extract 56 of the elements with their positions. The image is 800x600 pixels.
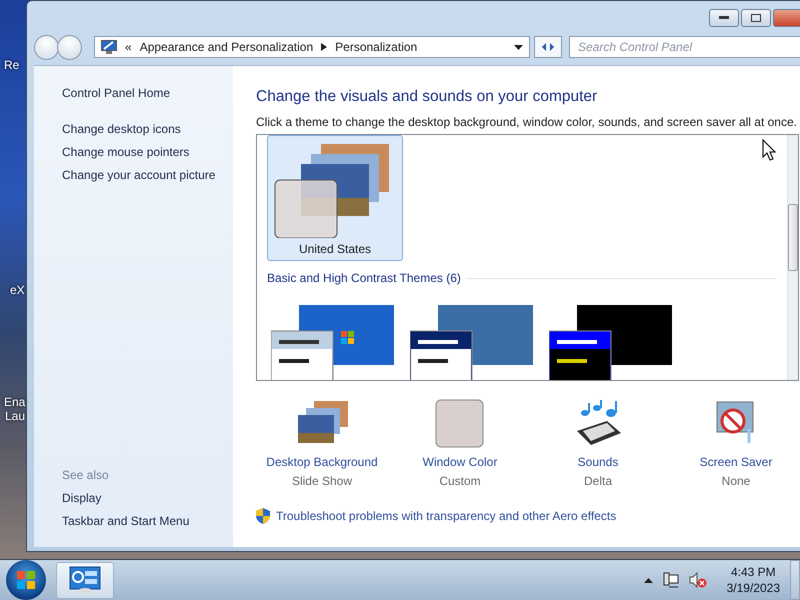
theme-thumbnail[interactable] [271,305,396,380]
sidebar-link[interactable]: Control Panel Home [62,82,233,105]
forward-button[interactable] [57,34,82,60]
breadcrumb[interactable]: Personalization [335,40,418,54]
setting-link[interactable]: Window Color [422,455,498,469]
group-heading: Basic and High Contrast Themes (6) [267,271,461,285]
setting-value: Delta [584,474,612,488]
maximize-button[interactable] [741,9,771,27]
troubleshoot-link[interactable]: Troubleshoot problems with transparency and other Aero effects [276,509,616,523]
see-also-heading: See also [62,467,110,484]
clock-time[interactable]: 4:43 PM [730,564,776,580]
setting-link[interactable]: Sounds [578,455,618,469]
taskbar-button[interactable] [56,562,114,598]
desktop-icon-label[interactable]: Re [0,58,20,72]
network-icon[interactable] [662,572,679,588]
color-swatch-icon[interactable] [435,399,485,449]
show-hidden-icons-icon[interactable] [644,578,653,582]
shield-icon [256,508,270,524]
refresh-button[interactable] [534,36,562,58]
desktop-icon-label[interactable]: eX [0,283,25,297]
setting-link[interactable]: Desktop Background [266,455,378,469]
windows-logo-icon [17,571,35,589]
maximize-icon [751,14,761,22]
muted-speaker-icon[interactable] [688,572,707,588]
scrollbar[interactable] [787,135,798,380]
sidebar-link[interactable]: Change mouse pointers [62,141,233,164]
search-field[interactable]: Search Control Panel [569,36,800,58]
breadcrumb[interactable]: Appearance and Personalization [140,40,314,54]
theme-item[interactable]: United States [267,135,403,261]
minimize-button[interactable] [709,9,739,27]
setting-value: None [722,474,750,488]
control-panel-icon [69,566,101,594]
setting-link[interactable]: Screen Saver [700,455,772,469]
page-heading: Change the visuals and sounds on your computer [256,88,598,106]
setting-value: Custom [439,474,481,488]
sidebar-link[interactable]: Change your account picture [62,164,233,187]
sidebar-link[interactable]: Display [62,487,233,510]
breadcrumb-arrow-icon[interactable] [321,43,328,51]
desktop-icon-label[interactable]: Lau [0,409,26,423]
address-overflow[interactable]: « [125,40,132,54]
theme-thumbnail[interactable] [410,305,535,380]
sidebar-link[interactable]: Change desktop icons [62,118,233,141]
address-bar[interactable]: « Appearance and Personalization Personalization [94,36,530,58]
instruction-text: Click a theme to change the desktop background, window color, sounds, and screen saver all at once. [256,115,798,129]
dropdown-arrow-icon[interactable] [514,44,523,50]
desktop-icon-label[interactable]: Ena [0,395,26,409]
monitor-icon [101,40,117,54]
sidebar-link[interactable]: Taskbar and Start Menu [62,510,233,533]
theme-thumbnail[interactable] [549,305,674,380]
refresh-icon [541,41,555,53]
setting-value: Slide Show [292,474,352,488]
start-button[interactable] [6,560,46,600]
minimize-icon [719,16,729,20]
back-button[interactable] [34,34,59,60]
mouse-pointer-icon [762,139,776,161]
clock-date[interactable]: 3/19/2023 [726,580,780,596]
